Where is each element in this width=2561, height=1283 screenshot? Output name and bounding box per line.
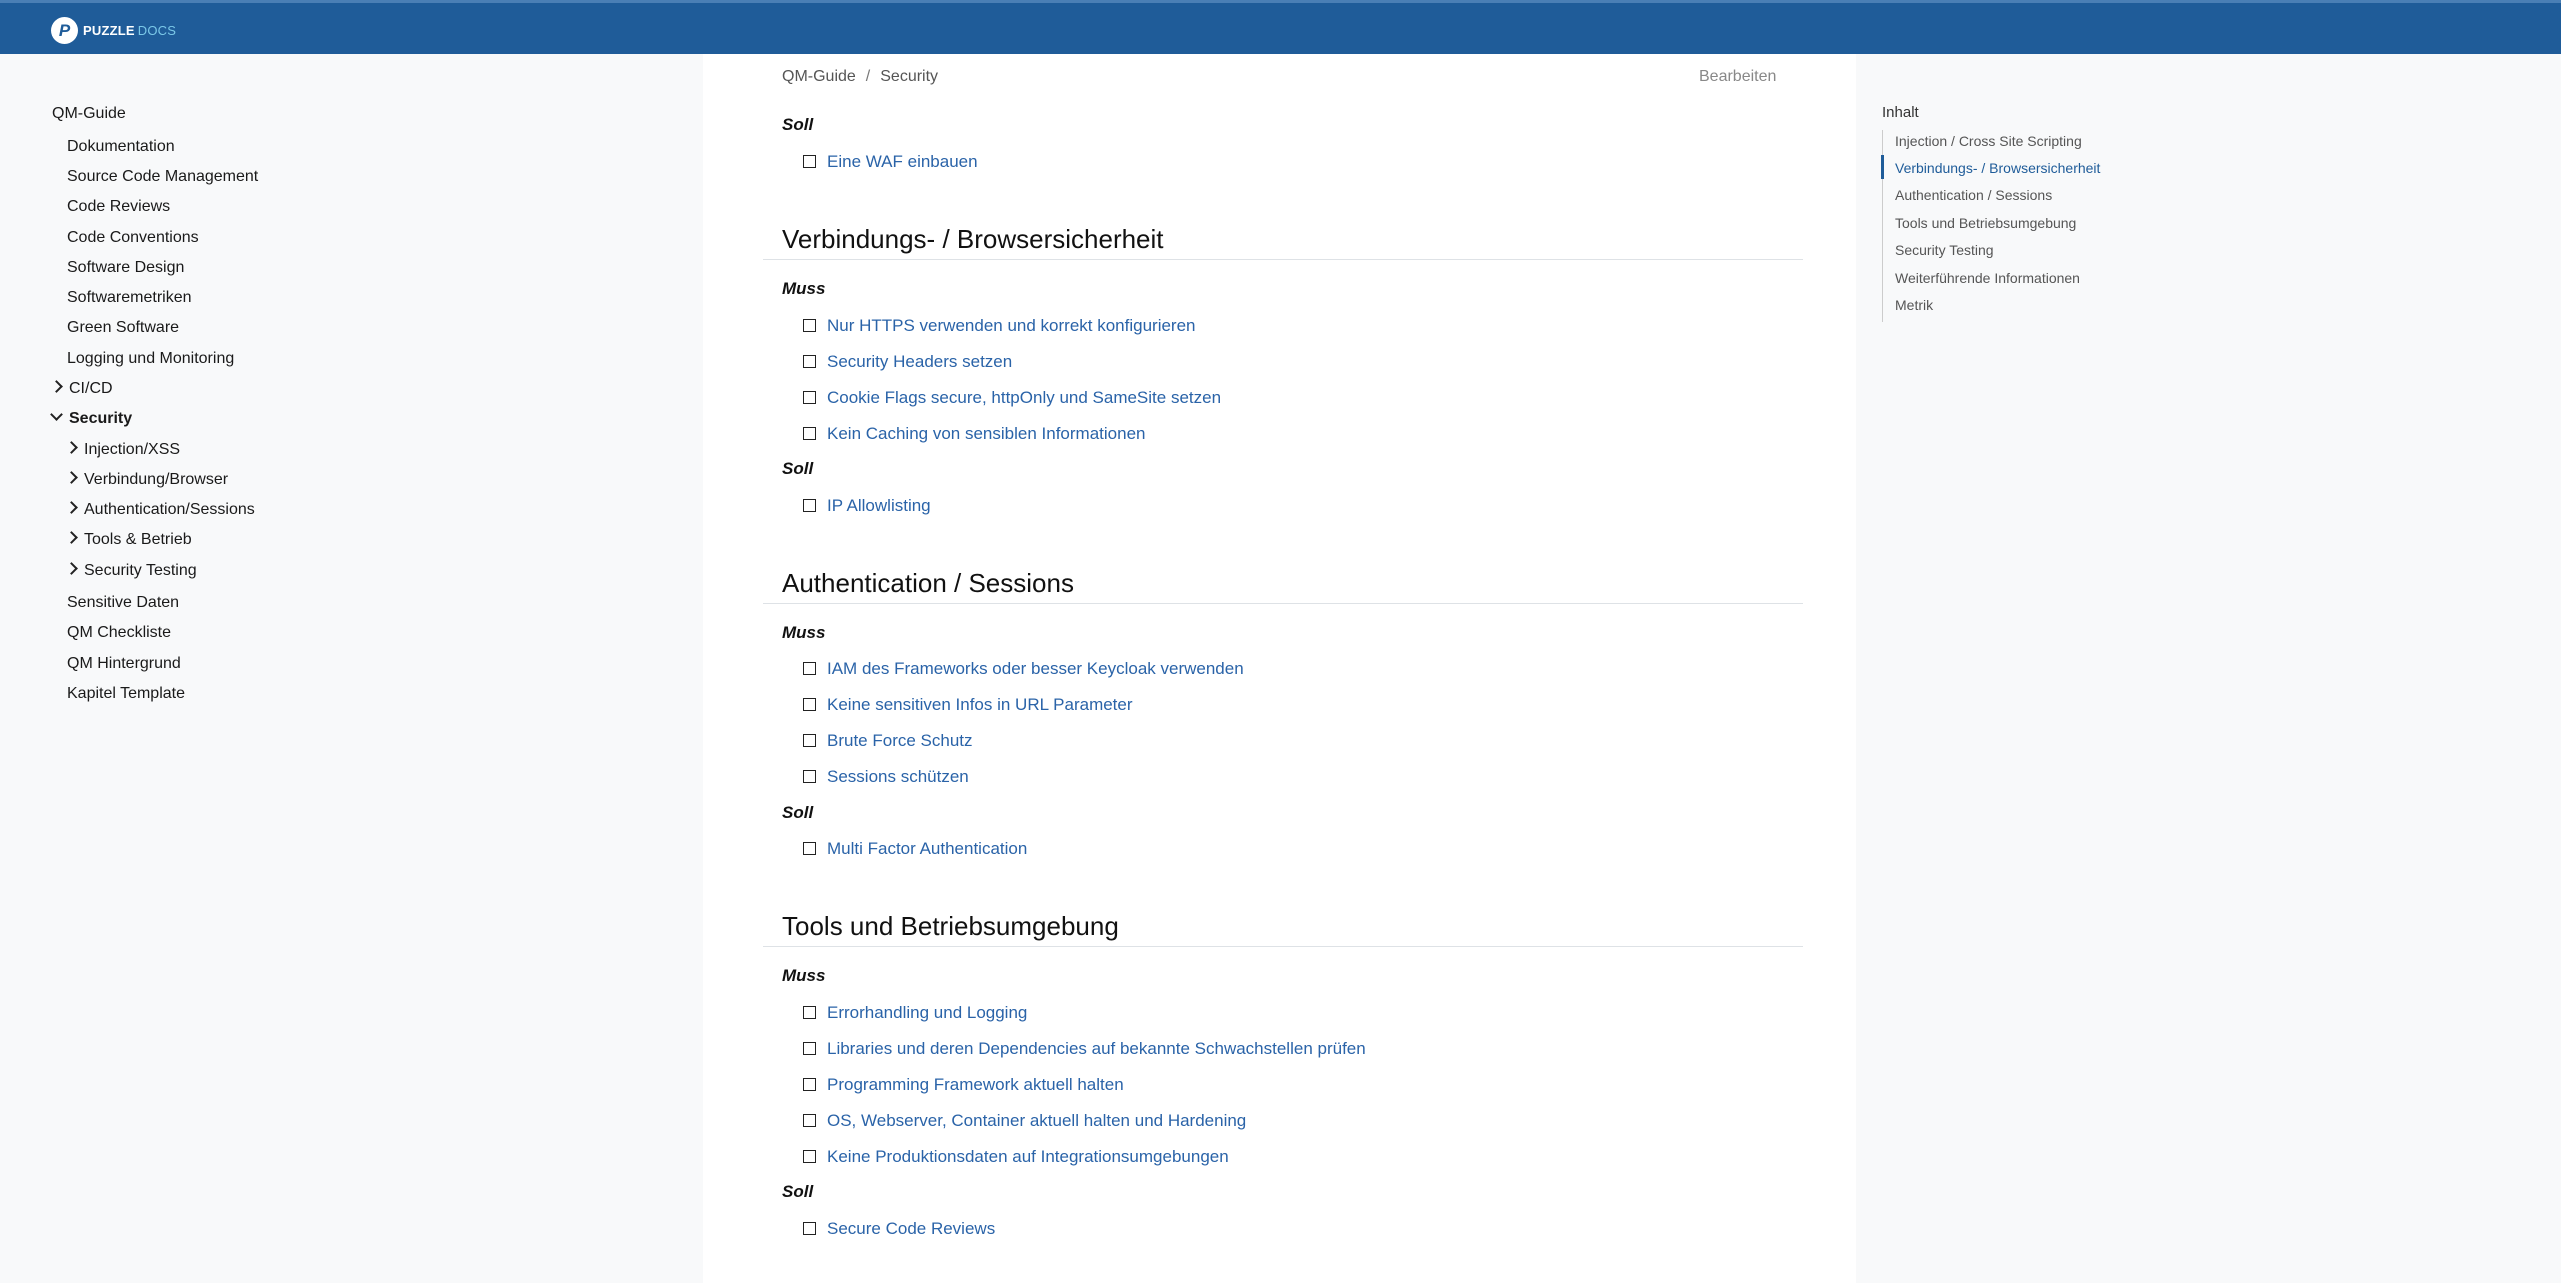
- sidebar-item-injection-xss[interactable]: Injection/XSS: [65, 440, 180, 460]
- toc-item[interactable]: Security Testing: [1895, 242, 1994, 258]
- toc-item[interactable]: Metrik: [1895, 297, 1933, 313]
- checklist-item[interactable]: Errorhandling und Logging: [803, 1003, 1027, 1023]
- checklist-item[interactable]: Cookie Flags secure, httpOnly und SameSi…: [803, 388, 1221, 408]
- chevron-right-icon[interactable]: [50, 380, 63, 393]
- chevron-right-icon[interactable]: [65, 441, 78, 454]
- checklist-item[interactable]: Keine sensitiven Infos in URL Parameter: [803, 695, 1133, 715]
- checklist-item[interactable]: Libraries und deren Dependencies auf bek…: [803, 1039, 1366, 1059]
- sidebar-item-kapitel-template[interactable]: Kapitel Template: [67, 684, 185, 704]
- sidebar-item-code-reviews[interactable]: Code Reviews: [67, 197, 170, 217]
- breadcrumb-separator: /: [865, 68, 871, 85]
- toc-title: Inhalt: [1882, 104, 1919, 121]
- sidebar-item-security[interactable]: Security: [50, 408, 132, 429]
- checkbox-icon[interactable]: [803, 842, 816, 855]
- puzzle-docs-logo[interactable]: P PUZZLE DOCS: [51, 17, 176, 44]
- chevron-right-icon[interactable]: [65, 471, 78, 484]
- edit-link[interactable]: Bearbeiten: [1699, 68, 1776, 86]
- checkbox-icon[interactable]: [803, 1078, 816, 1091]
- checkbox-icon[interactable]: [803, 698, 816, 711]
- checkbox-icon[interactable]: [803, 1222, 816, 1235]
- checkbox-icon[interactable]: [803, 1042, 816, 1055]
- checklist-item[interactable]: IAM des Frameworks oder besser Keycloak …: [803, 659, 1244, 679]
- checkbox-icon[interactable]: [803, 1150, 816, 1163]
- checkbox-icon[interactable]: [803, 391, 816, 404]
- checklist-item[interactable]: Brute Force Schutz: [803, 731, 973, 751]
- top-navbar: P PUZZLE DOCS: [0, 0, 2561, 54]
- section-divider: [763, 603, 1803, 604]
- section-divider: [763, 946, 1803, 947]
- checklist-item[interactable]: OS, Webserver, Container aktuell halten …: [803, 1111, 1246, 1131]
- checklist-item[interactable]: Programming Framework aktuell halten: [803, 1075, 1124, 1095]
- sidebar-item-dokumentation[interactable]: Dokumentation: [67, 137, 175, 157]
- checkbox-icon[interactable]: [803, 734, 816, 747]
- toc-item-active[interactable]: Verbindungs- / Browsersicherheit: [1895, 160, 2100, 176]
- toc-item[interactable]: Tools und Betriebsumgebung: [1895, 215, 2076, 231]
- checkbox-icon[interactable]: [803, 155, 816, 168]
- toc-active-marker: [1881, 155, 1884, 179]
- checklist-item[interactable]: Security Headers setzen: [803, 352, 1012, 372]
- checkbox-icon[interactable]: [803, 1006, 816, 1019]
- toc-item[interactable]: Injection / Cross Site Scripting: [1895, 133, 2082, 149]
- checkbox-icon[interactable]: [803, 319, 816, 332]
- checkbox-icon[interactable]: [803, 427, 816, 440]
- sidebar-item-security-testing[interactable]: Security Testing: [65, 561, 197, 581]
- checkbox-icon[interactable]: [803, 770, 816, 783]
- breadcrumb-current: Security: [880, 68, 939, 85]
- checkbox-icon[interactable]: [803, 499, 816, 512]
- checkbox-icon[interactable]: [803, 662, 816, 675]
- product-name: DOCS: [137, 23, 177, 38]
- sidebar-item-logging-und-monitoring[interactable]: Logging und Monitoring: [67, 349, 234, 369]
- chevron-right-icon[interactable]: [65, 562, 78, 575]
- sidebar-item-qm-hintergrund[interactable]: QM Hintergrund: [67, 654, 181, 674]
- sidebar-item-verbindung-browser[interactable]: Verbindung/Browser: [65, 470, 228, 490]
- chevron-down-icon[interactable]: [50, 408, 63, 421]
- checklist-item[interactable]: Eine WAF einbauen: [803, 152, 978, 172]
- sidebar-item-authentication-sessions[interactable]: Authentication/Sessions: [65, 500, 255, 520]
- requirement-level-label: Soll: [782, 115, 814, 134]
- sidebar-nav: QM-Guide Dokumentation Source Code Manag…: [0, 54, 700, 1283]
- puzzle-logo-icon: P: [51, 17, 78, 44]
- brand-name: PUZZLE: [83, 23, 135, 38]
- section-divider: [763, 259, 1803, 260]
- checklist-item[interactable]: Sessions schützen: [803, 767, 969, 787]
- checkbox-icon[interactable]: [803, 355, 816, 368]
- section-heading: Authentication / Sessions: [782, 568, 1074, 598]
- sidebar-item-sensitive-daten[interactable]: Sensitive Daten: [67, 593, 179, 613]
- sidebar-item-ci-cd[interactable]: CI/CD: [50, 379, 113, 399]
- sidebar-item-code-conventions[interactable]: Code Conventions: [67, 228, 199, 248]
- toc-list: Injection / Cross Site Scripting Verbind…: [1881, 130, 2143, 322]
- sidebar-item-source-code-management[interactable]: Source Code Management: [67, 167, 258, 187]
- sidebar-item-softwaremetriken[interactable]: Softwaremetriken: [67, 288, 192, 308]
- main-content: QM-Guide / Security Bearbeiten Soll Eine W…: [703, 54, 1856, 1283]
- requirement-level-label: Muss: [782, 966, 826, 985]
- chevron-right-icon[interactable]: [65, 501, 78, 514]
- requirement-level-label: Soll: [782, 459, 814, 478]
- sidebar-item-qm-checkliste[interactable]: QM Checkliste: [67, 623, 171, 643]
- section-heading: Tools und Betriebsumgebung: [782, 911, 1119, 941]
- requirement-level-label: Soll: [782, 803, 814, 822]
- checkbox-icon[interactable]: [803, 1114, 816, 1127]
- sidebar-item-software-design[interactable]: Software Design: [67, 258, 184, 278]
- requirement-level-label: Muss: [782, 279, 826, 298]
- checklist-item[interactable]: Nur HTTPS verwenden und korrekt konfigur…: [803, 316, 1196, 336]
- chevron-right-icon[interactable]: [65, 531, 78, 544]
- requirement-level-label: Muss: [782, 623, 826, 642]
- sidebar-item-qm-guide[interactable]: QM-Guide: [52, 104, 126, 124]
- checklist-item[interactable]: Kein Caching von sensiblen Informationen: [803, 424, 1145, 444]
- toc-item[interactable]: Authentication / Sessions: [1895, 187, 2052, 203]
- breadcrumb-root-link[interactable]: QM-Guide: [782, 68, 856, 85]
- checklist-item[interactable]: Keine Produktionsdaten auf Integrationsu…: [803, 1147, 1229, 1167]
- checklist-item[interactable]: Multi Factor Authentication: [803, 839, 1027, 859]
- sidebar-item-tools-betrieb[interactable]: Tools & Betrieb: [65, 530, 192, 550]
- breadcrumb: QM-Guide / Security: [782, 68, 938, 86]
- sidebar-item-green-software[interactable]: Green Software: [67, 318, 179, 338]
- toc-item[interactable]: Weiterführende Informationen: [1895, 270, 2080, 286]
- checklist-item[interactable]: IP Allowlisting: [803, 496, 931, 516]
- requirement-level-label: Soll: [782, 1182, 814, 1201]
- section-heading: Verbindungs- / Browsersicherheit: [782, 224, 1164, 254]
- checklist-item[interactable]: Secure Code Reviews: [803, 1219, 995, 1239]
